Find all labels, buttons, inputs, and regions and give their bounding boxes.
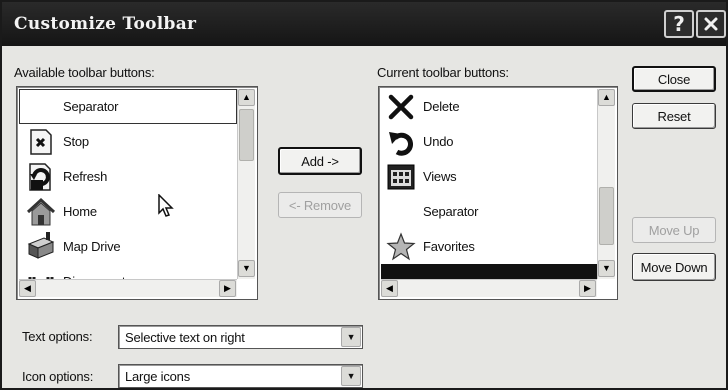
close-icon [704, 17, 718, 31]
list-item[interactable]: Views [381, 159, 597, 194]
scroll-down-button[interactable]: ▼ [238, 260, 255, 277]
list-item[interactable]: Delete [381, 89, 597, 124]
scroll-thumb[interactable] [599, 187, 614, 245]
window-title: Customize Toolbar [14, 14, 197, 34]
list-item[interactable]: Home [19, 194, 237, 229]
chevron-right-icon: ▶ [584, 283, 591, 293]
list-item[interactable]: Separator [381, 194, 597, 229]
chevron-down-icon: ▼ [602, 263, 611, 273]
list-item-selected[interactable] [381, 264, 597, 280]
scroll-thumb[interactable] [239, 109, 254, 161]
current-buttons-list[interactable]: Delete Undo Views Separator Favorites ▲ … [378, 86, 618, 300]
move-up-button[interactable]: Move Up [632, 217, 716, 243]
favorites-icon [385, 231, 417, 263]
help-icon: ? [673, 12, 685, 36]
scroll-left-button[interactable]: ◀ [19, 280, 36, 297]
scroll-left-button[interactable]: ◀ [381, 280, 398, 297]
text-options-label: Text options: [22, 329, 93, 344]
reset-button[interactable]: Reset [632, 103, 716, 129]
list-item[interactable]: Refresh [19, 159, 237, 194]
chevron-left-icon: ◀ [386, 283, 393, 293]
scroll-up-button[interactable]: ▲ [598, 89, 615, 106]
current-buttons-label: Current toolbar buttons: [377, 65, 509, 80]
title-bar[interactable]: Customize Toolbar ? [2, 2, 726, 46]
delete-icon [385, 91, 417, 123]
scroll-right-button[interactable]: ▶ [579, 280, 596, 297]
scroll-down-button[interactable]: ▼ [598, 260, 615, 277]
list-item[interactable]: Stop [19, 124, 237, 159]
text-options-select[interactable]: Selective text on right ▼ [118, 325, 363, 349]
chevron-right-icon: ▶ [224, 283, 231, 293]
add-button[interactable]: Add -> [278, 147, 362, 175]
scroll-up-button[interactable]: ▲ [238, 89, 255, 106]
icon-options-label: Icon options: [22, 369, 94, 384]
chevron-left-icon: ◀ [24, 283, 31, 293]
current-vertical-scrollbar[interactable]: ▲ ▼ [597, 89, 615, 279]
chevron-down-icon: ▼ [242, 263, 251, 273]
map-drive-icon [25, 231, 57, 263]
dropdown-button[interactable]: ▼ [341, 327, 361, 347]
list-item[interactable]: Undo [381, 124, 597, 159]
move-down-button[interactable]: Move Down [632, 253, 716, 281]
chevron-up-icon: ▲ [602, 92, 611, 102]
stop-icon [25, 126, 57, 158]
chevron-down-icon: ▼ [346, 332, 356, 342]
remove-button[interactable]: <- Remove [278, 192, 362, 218]
help-button[interactable]: ? [664, 10, 694, 38]
list-item[interactable]: Favorites [381, 229, 597, 264]
list-item[interactable]: Separator [19, 89, 237, 124]
close-window-button[interactable] [696, 10, 726, 38]
customize-toolbar-dialog: Customize Toolbar ? Available toolbar bu… [0, 0, 728, 390]
mouse-pointer-icon [158, 194, 174, 217]
list-item[interactable]: Map Drive [19, 229, 237, 264]
scroll-right-button[interactable]: ▶ [219, 280, 236, 297]
separator-placeholder [25, 91, 57, 123]
views-icon [385, 161, 417, 193]
dropdown-button[interactable]: ▼ [341, 366, 361, 386]
current-horizontal-scrollbar[interactable]: ◀ ▶ [381, 279, 597, 297]
undo-icon [385, 126, 417, 158]
separator-placeholder [385, 196, 417, 228]
refresh-icon [25, 161, 57, 193]
available-vertical-scrollbar[interactable]: ▲ ▼ [237, 89, 255, 279]
available-buttons-label: Available toolbar buttons: [14, 65, 155, 80]
close-button[interactable]: Close [632, 66, 716, 92]
chevron-up-icon: ▲ [242, 92, 251, 102]
chevron-down-icon: ▼ [346, 371, 356, 381]
available-buttons-list[interactable]: Separator Stop Refresh Home Map Drive ▲ … [16, 86, 258, 300]
home-icon [25, 196, 57, 228]
icon-options-select[interactable]: Large icons ▼ [118, 364, 363, 388]
available-horizontal-scrollbar[interactable]: ◀ ▶ [19, 279, 237, 297]
